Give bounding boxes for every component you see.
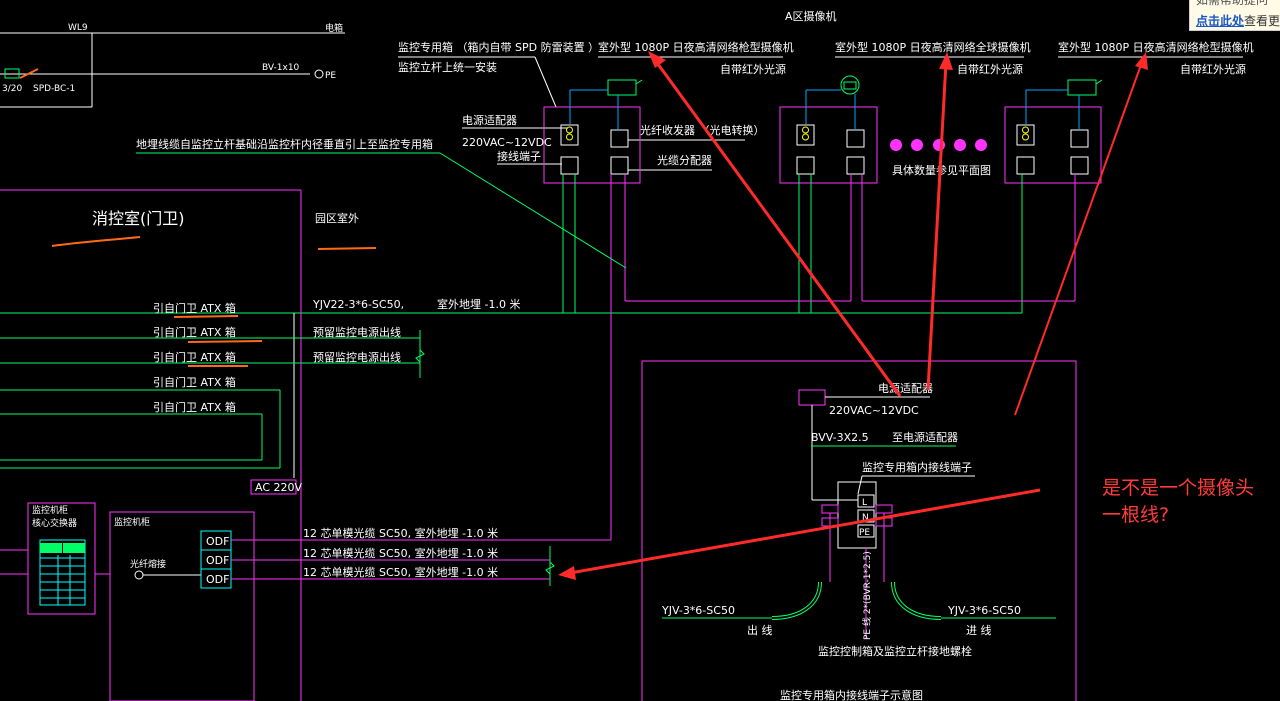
- pole-mount-label: 监控立杆上统一安装: [398, 60, 497, 74]
- feed-from-1: 引自门卫 ATX 箱: [153, 301, 236, 315]
- core-switch-cabinet[interactable]: 监控机柜 核心交换器: [27, 502, 96, 615]
- question-line-2: 一根线?: [1102, 504, 1169, 526]
- detail-bvv: BVV-3X2.5: [811, 431, 869, 444]
- detail-out-cable: YJV-3*6-SC50: [661, 604, 735, 617]
- detail-caption: 监控专用箱内接线端子示意图: [780, 688, 923, 701]
- odf-1: ODF: [206, 535, 229, 548]
- pe-terminal-icon: [314, 69, 324, 79]
- bullet-camera-icon: [607, 79, 637, 96]
- ac-label: AC 220V: [255, 481, 303, 494]
- camera-type-1: 室外型 1080P 日夜高清网络枪型摄像机: [598, 40, 794, 54]
- tooltip-link[interactable]: 点击此处: [1196, 14, 1244, 28]
- tooltip-rest: 查看更: [1244, 14, 1280, 28]
- guard-room-frame: [0, 189, 302, 701]
- camera-type-3: 室外型 1080P 日夜高清网络枪型摄像机: [1058, 40, 1254, 54]
- cad-drawing-canvas[interactable]: WL9 电箱 3/20 SPD-BC-1 BV-1x10 PE A区摄像机 室外…: [0, 0, 1280, 701]
- detail-voltage: 220VAC~12VDC: [829, 404, 919, 417]
- detail-terminal: 监控专用箱内接线端子: [862, 460, 972, 474]
- feed-lay-1: 室外地埋 -1.0 米: [437, 297, 520, 311]
- bv-label: BV-1x10: [262, 63, 300, 73]
- tb-l: L: [862, 498, 867, 508]
- diagram-title: A区摄像机: [785, 9, 837, 23]
- feed-from-4: 引自门卫 ATX 箱: [153, 375, 236, 389]
- camera-light-1: 自带红外光源: [720, 62, 786, 76]
- question-line-1: 是不是一个摄像头: [1102, 477, 1254, 499]
- cabinet-title-1: 监控机柜: [32, 504, 68, 516]
- tooltip-line-1: 如需帮助提问: [1196, 0, 1269, 7]
- green-cable-runs: [0, 174, 1023, 314]
- magenta-fiber-runs: [610, 174, 1076, 540]
- ellipsis-dots: [890, 139, 987, 151]
- odf-2: ODF: [206, 554, 229, 567]
- fiber-lines: 12 芯单模光缆 SC50, 室外地埋 -1.0 米 12 芯单模光缆 SC50…: [231, 526, 611, 586]
- odf-3: ODF: [206, 573, 229, 586]
- feed-from-5: 引自门卫 ATX 箱: [153, 400, 236, 414]
- outdoor-label: 园区室外: [315, 211, 359, 225]
- ground-note: 地埋线缆自监控立杆基础沿监控杆内径垂直引上至监控专用箱: [136, 137, 433, 151]
- tb-pe: PE: [859, 528, 870, 538]
- detail-in: 进 线: [966, 623, 992, 637]
- fiber-line-1: 12 芯单模光缆 SC50, 室外地埋 -1.0 米: [303, 526, 498, 540]
- camera-type-2: 室外型 1080P 日夜高清网络全球摄像机: [835, 40, 1031, 54]
- camera-light-3: 自带红外光源: [1180, 62, 1246, 76]
- ratio-label: 3/20: [2, 84, 22, 94]
- terminal-label: 接线端子: [497, 149, 541, 163]
- help-tooltip: 如需帮助提问 点击此处查看更: [1189, 0, 1280, 31]
- feed-cable-1: YJV22-3*6-SC50,: [312, 298, 404, 311]
- cabinet-title-2: 核心交换器: [32, 517, 77, 529]
- fusion-icon: [134, 570, 144, 580]
- feed-cable-2: 预留监控电源出线: [313, 325, 401, 339]
- detail-to-adapter: 至电源适配器: [892, 430, 958, 444]
- monitor-box-3[interactable]: [1004, 79, 1103, 184]
- detail-ground: 监控控制箱及监控立杆接地螺栓: [818, 644, 972, 658]
- fiber-fusion-label: 光纤熔接: [130, 558, 166, 570]
- monitor-box-2[interactable]: [779, 75, 878, 184]
- top-left-region: WL9 电箱 3/20 SPD-BC-1 BV-1x10 PE: [0, 22, 345, 108]
- bullet-camera-icon: [1067, 79, 1097, 96]
- spd-label: SPD-BC-1: [33, 84, 75, 94]
- fiber-splitter-label: 光缆分配器: [657, 153, 712, 167]
- feed-cable-3: 预留监控电源出线: [313, 350, 401, 364]
- guard-room-label: 消控室(门卫): [92, 209, 185, 228]
- detail-power-adapter: 电源适配器: [878, 381, 933, 395]
- terminal-detail[interactable]: 电源适配器 220VAC~12VDC BVV-3X2.5 至电源适配器 监控专用…: [641, 360, 1077, 701]
- fiber-line-2: 12 芯单模光缆 SC50, 室外地埋 -1.0 米: [303, 546, 498, 560]
- monitor-box-label: 监控专用箱 （箱内自带 SPD 防雷装置 ）: [398, 40, 599, 54]
- monitor-box-1[interactable]: [543, 79, 643, 184]
- feed-rows: 引自门卫 ATX 箱 YJV22-3*6-SC50, 室外地埋 -1.0 米 引…: [0, 297, 520, 469]
- wl-label: WL9: [68, 23, 88, 33]
- detail-in-cable: YJV-3*6-SC50: [947, 604, 1021, 617]
- odf-cabinet-title: 监控机柜: [114, 516, 150, 528]
- detail-out: 出 线: [747, 623, 773, 637]
- power-adapter-label: 电源适配器: [462, 113, 517, 127]
- camera-light-2: 自带红外光源: [957, 62, 1023, 76]
- fiber-line-3: 12 芯单模光缆 SC50, 室外地埋 -1.0 米: [303, 565, 498, 579]
- camera-labels: 室外型 1080P 日夜高清网络枪型摄像机 自带红外光源 室外型 1080P 日…: [598, 40, 1254, 76]
- pe-label: PE: [325, 71, 336, 81]
- detail-pe: PE 线 2*(BVR-1*2.5): [861, 551, 873, 640]
- feed-from-3: 引自门卫 ATX 箱: [153, 350, 236, 364]
- voltage-label: 220VAC~12VDC: [462, 136, 552, 149]
- wl-right-label: 电箱: [325, 22, 343, 34]
- feed-from-2: 引自门卫 ATX 箱: [153, 325, 236, 339]
